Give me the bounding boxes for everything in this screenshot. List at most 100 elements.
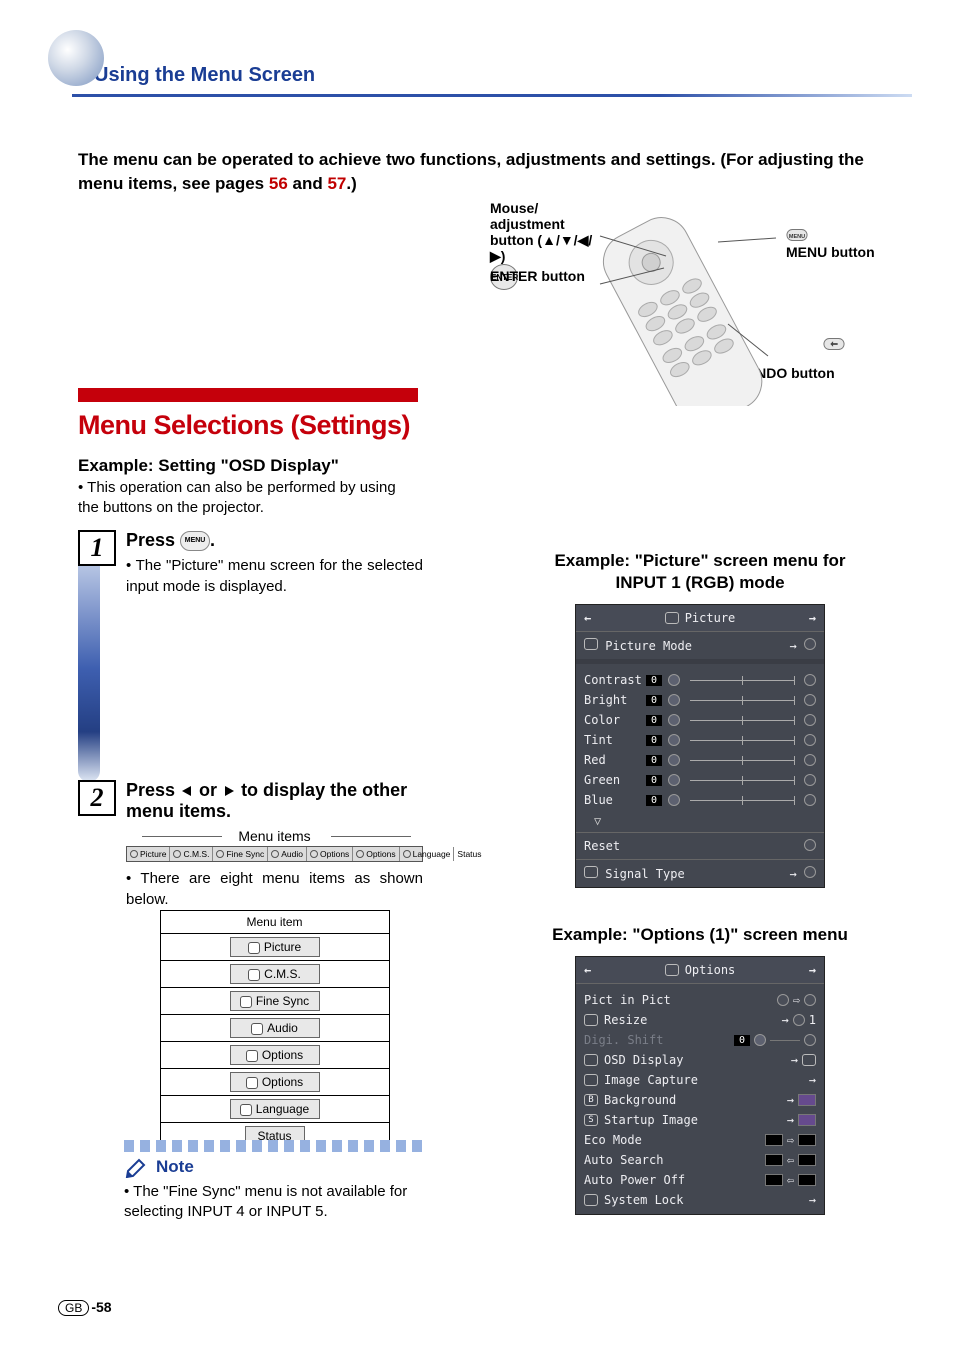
slider-row: Color 0	[584, 710, 816, 730]
slider-track	[690, 780, 794, 781]
signal-knob-icon	[804, 866, 816, 878]
slider-row: Contrast0	[584, 670, 816, 690]
chip-icon	[798, 1114, 816, 1126]
opt-label: Startup Image	[604, 1113, 698, 1127]
tab-label: Options	[320, 849, 349, 859]
opt-label: Digi. Shift	[584, 1033, 663, 1047]
opt-label: Image Capture	[604, 1073, 698, 1087]
picture-osd-header: ← Picture →	[576, 605, 824, 632]
picture-title: Picture	[685, 611, 736, 625]
options-title: Options	[685, 963, 736, 977]
left-arrow-icon: ←	[584, 611, 591, 625]
page-number: -58	[91, 1299, 111, 1315]
opt-label: Eco Mode	[584, 1133, 642, 1147]
knob-icon	[668, 734, 680, 746]
slider-track	[690, 740, 794, 741]
picture-rows: Contrast0 Bright0 Color0 Tint0 Red0 Gree…	[576, 664, 824, 814]
page-link-56[interactable]: 56	[269, 174, 288, 193]
table-row: Fine Sync	[160, 988, 389, 1015]
tab-label: Audio	[281, 849, 303, 859]
opt-label: Pict in Pict	[584, 993, 671, 1007]
picture-mode-row: Picture Mode →	[576, 632, 824, 664]
option-row: BBackground→	[584, 1090, 816, 1110]
step1-desc-text: The "Picture" menu screen for the select…	[126, 557, 423, 595]
step-2-desc: • There are eight menu items as shown be…	[126, 868, 423, 910]
options-icon	[665, 964, 679, 976]
menu-item-icon	[248, 969, 260, 981]
picture-mode-label: Picture Mode	[605, 639, 692, 653]
menu-button-label: MENU MENU button	[786, 226, 875, 260]
reset-knob-icon	[804, 839, 816, 851]
menu-selections-heading: Menu Selections (Settings)	[78, 410, 410, 441]
row-label: Color	[584, 713, 640, 727]
knob-icon	[777, 994, 789, 1006]
step-2-title: Press or to display the other menu items…	[126, 780, 423, 822]
signal-icon	[584, 866, 598, 878]
knob-icon	[668, 774, 680, 786]
slider-track	[690, 720, 794, 721]
header-orb-icon	[48, 30, 104, 86]
right-arrow-icon: →	[809, 611, 816, 625]
example-setting-sub: • This operation can also be performed b…	[78, 478, 418, 519]
knob-icon	[754, 1034, 766, 1046]
menu-text: MENU button	[786, 244, 875, 260]
knob-icon	[668, 674, 680, 686]
tab-label: Options	[366, 849, 395, 859]
left-triangle-icon	[180, 784, 194, 798]
step-2: 2 Press or to display the other menu ite…	[78, 780, 423, 1150]
opt-label: OSD Display	[604, 1053, 683, 1067]
row-value: 0	[646, 795, 662, 806]
tab-label: Fine Sync	[226, 849, 264, 859]
note-text-body: The "Fine Sync" menu is not available fo…	[124, 1183, 407, 1220]
step-1: 1 Press MENU. • The "Picture" menu scree…	[78, 530, 423, 597]
header-tab	[48, 30, 104, 86]
scroll-down-icon: ▽	[576, 814, 824, 832]
option-row: SStartup Image→	[584, 1110, 816, 1130]
opt-label: Background	[604, 1093, 676, 1107]
menu-items-table: Menu item Picture C.M.S. Fine Sync Audio…	[160, 910, 390, 1150]
opt-label: Auto Search	[584, 1153, 663, 1167]
reset-label: Reset	[584, 839, 620, 853]
remote-illustration	[570, 206, 790, 406]
menu-item-icon	[246, 1050, 258, 1062]
signal-type-row: Signal Type →	[576, 860, 824, 887]
mouse-line2: adjustment	[490, 216, 565, 232]
options-osd-header: ← Options →	[576, 957, 824, 984]
picture-icon	[665, 612, 679, 624]
option-row: Auto Search ⇦	[584, 1150, 816, 1170]
page-link-57[interactable]: 57	[327, 174, 346, 193]
intro-text: The menu can be operated to achieve two …	[78, 148, 894, 196]
note-label: Note	[124, 1156, 424, 1178]
row-value: 0	[646, 715, 662, 726]
knob-end-icon	[804, 754, 816, 766]
menu-items-header: Menu item	[160, 911, 389, 934]
row-value: 0	[646, 695, 662, 706]
menu-item-label: C.M.S.	[264, 967, 301, 981]
knob-icon	[668, 794, 680, 806]
option-row: Eco Mode ⇨	[584, 1130, 816, 1150]
example-picture-title: Example: "Picture" screen menu for INPUT…	[520, 550, 880, 594]
menu-item-label: Fine Sync	[256, 994, 309, 1008]
table-row: Options	[160, 1069, 389, 1096]
system-lock-icon	[584, 1194, 598, 1206]
knob-icon	[668, 694, 680, 706]
row-value: 0	[646, 775, 662, 786]
chip-icon	[798, 1134, 816, 1146]
startup-image-icon: S	[584, 1114, 598, 1126]
example-sub-text: This operation can also be performed by …	[78, 479, 396, 516]
opt-value: 0	[734, 1035, 750, 1046]
chip-icon	[765, 1134, 783, 1146]
menu-item-label: Language	[256, 1102, 309, 1116]
knob-end-icon	[804, 774, 816, 786]
knob-end-icon	[804, 734, 816, 746]
option-row: Pict in Pict ⇨	[584, 990, 816, 1010]
heading-red-bar	[78, 388, 418, 402]
tab-audio: Audio	[268, 847, 307, 861]
row-label: Blue	[584, 793, 640, 807]
row-label: Contrast	[584, 673, 640, 687]
row-value: 0	[646, 755, 662, 766]
chip-icon	[765, 1174, 783, 1186]
menu-item-icon	[251, 1023, 263, 1035]
table-row: C.M.S.	[160, 961, 389, 988]
tab-label: Picture	[140, 849, 166, 859]
